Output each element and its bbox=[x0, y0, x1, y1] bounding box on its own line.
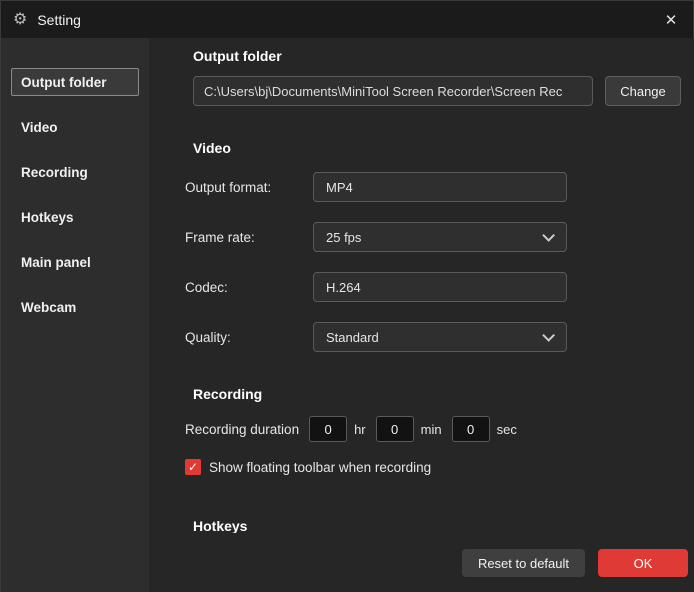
floating-toolbar-checkbox-row[interactable]: ✓ Show floating toolbar when recording bbox=[185, 458, 681, 476]
checkbox-checked-icon[interactable]: ✓ bbox=[185, 459, 201, 475]
close-icon: ✕ bbox=[664, 11, 678, 29]
frame-rate-value: 25 fps bbox=[326, 229, 362, 245]
codec-field[interactable]: H.264 bbox=[313, 272, 567, 302]
output-format-row: Output format: MP4 bbox=[185, 172, 681, 202]
sidebar-item-label: Main panel bbox=[21, 254, 91, 270]
recording-duration-row: Recording duration hr min sec bbox=[185, 416, 681, 442]
video-section-title: Video bbox=[193, 140, 231, 156]
change-folder-button[interactable]: Change bbox=[605, 76, 681, 106]
sidebar-item-label: Webcam bbox=[21, 299, 77, 315]
quality-value: Standard bbox=[326, 329, 379, 345]
chevron-down-icon bbox=[542, 228, 555, 242]
ok-button[interactable]: OK bbox=[598, 549, 688, 577]
frame-rate-row: Frame rate: 25 fps bbox=[185, 222, 681, 252]
recording-section-title: Recording bbox=[193, 386, 263, 402]
codec-row: Codec: H.264 bbox=[185, 272, 681, 302]
duration-seconds-input[interactable] bbox=[451, 416, 490, 442]
duration-minutes-input[interactable] bbox=[375, 416, 414, 442]
output-folder-path-value: C:\Users\bj\Documents\MiniTool Screen Re… bbox=[204, 83, 563, 99]
titlebar: ⚙ Setting ✕ bbox=[1, 1, 693, 38]
duration-hours-input[interactable] bbox=[309, 416, 348, 442]
sidebar-item-recording[interactable]: Recording bbox=[11, 158, 139, 186]
quality-row: Quality: Standard bbox=[185, 322, 681, 352]
sidebar-item-hotkeys[interactable]: Hotkeys bbox=[11, 203, 139, 231]
output-folder-row: C:\Users\bj\Documents\MiniTool Screen Re… bbox=[193, 76, 681, 106]
codec-label: Codec: bbox=[185, 279, 228, 295]
chevron-down-icon bbox=[542, 328, 555, 342]
footer-bar: Reset to default OK bbox=[149, 533, 694, 592]
frame-rate-dropdown[interactable]: 25 fps bbox=[313, 222, 567, 252]
sidebar-item-video[interactable]: Video bbox=[11, 113, 139, 141]
ok-button-label: OK bbox=[633, 555, 653, 571]
settings-main-panel: Output folder C:\Users\bj\Documents\Mini… bbox=[149, 38, 694, 592]
output-format-field[interactable]: MP4 bbox=[313, 172, 567, 202]
sidebar-item-label: Output folder bbox=[21, 74, 107, 90]
output-folder-path-field[interactable]: C:\Users\bj\Documents\MiniTool Screen Re… bbox=[193, 76, 593, 106]
sidebar: Output folder Video Recording Hotkeys Ma… bbox=[1, 38, 149, 592]
sidebar-item-label: Video bbox=[21, 119, 58, 135]
frame-rate-label: Frame rate: bbox=[185, 229, 255, 245]
change-folder-button-label: Change bbox=[620, 83, 666, 99]
hours-unit-label: hr bbox=[354, 421, 366, 437]
close-button[interactable]: ✕ bbox=[649, 1, 693, 38]
check-icon: ✓ bbox=[187, 460, 199, 474]
quality-dropdown[interactable]: Standard bbox=[313, 322, 567, 352]
sidebar-item-output-folder[interactable]: Output folder bbox=[11, 68, 139, 96]
output-format-value: MP4 bbox=[326, 179, 353, 195]
reset-to-default-label: Reset to default bbox=[477, 555, 569, 571]
output-folder-section-title: Output folder bbox=[193, 48, 282, 64]
floating-toolbar-checkbox-label: Show floating toolbar when recording bbox=[209, 459, 432, 475]
codec-value: H.264 bbox=[326, 279, 361, 295]
quality-label: Quality: bbox=[185, 329, 231, 345]
seconds-unit-label: sec bbox=[496, 421, 517, 437]
sidebar-item-label: Hotkeys bbox=[21, 209, 74, 225]
settings-scroll-content: Output folder C:\Users\bj\Documents\Mini… bbox=[149, 38, 694, 533]
sidebar-item-webcam[interactable]: Webcam bbox=[11, 293, 139, 321]
output-format-label: Output format: bbox=[185, 179, 272, 195]
reset-to-default-button[interactable]: Reset to default bbox=[461, 549, 585, 577]
hotkeys-section-title: Hotkeys bbox=[193, 518, 248, 533]
sidebar-item-main-panel[interactable]: Main panel bbox=[11, 248, 139, 276]
recording-duration-label: Recording duration bbox=[185, 421, 300, 437]
window-body: Output folder Video Recording Hotkeys Ma… bbox=[1, 38, 694, 592]
gear-icon: ⚙ bbox=[13, 10, 28, 28]
window-title: Setting bbox=[37, 11, 81, 28]
sidebar-item-label: Recording bbox=[21, 164, 88, 180]
minutes-unit-label: min bbox=[420, 421, 442, 437]
